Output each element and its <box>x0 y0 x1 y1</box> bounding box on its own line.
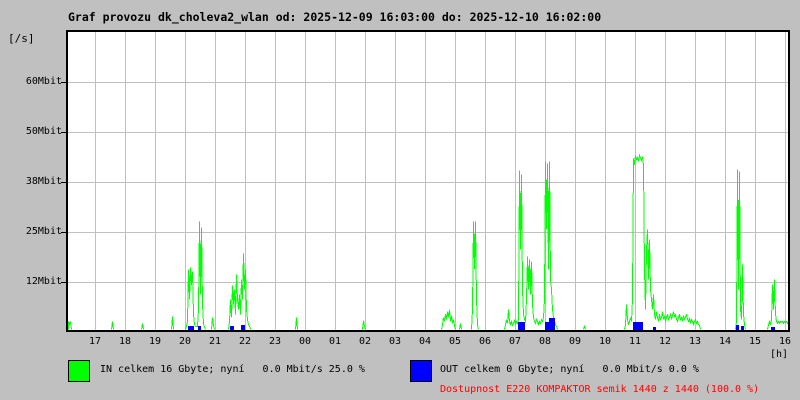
y-axis-tick-mark <box>61 232 66 233</box>
y-axis-tick-label: 25Mbit <box>25 226 62 237</box>
x-axis-tick-label: 06 <box>478 336 492 347</box>
plot-area <box>66 30 790 332</box>
x-axis-tick-label: 01 <box>328 336 342 347</box>
y-axis-tick-label: 12Mbit <box>25 276 62 287</box>
out-traffic-bar <box>653 326 656 330</box>
x-axis-tick-label: 04 <box>418 336 432 347</box>
x-axis-tick-label: 14 <box>718 336 732 347</box>
out-traffic-bar <box>188 326 194 330</box>
x-axis-tick-label: 16 <box>778 336 792 347</box>
out-traffic-bar <box>230 326 234 330</box>
x-axis-tick-label: 02 <box>358 336 372 347</box>
x-axis-tick-label: 17 <box>88 336 102 347</box>
x-axis-tick-label: 10 <box>598 336 612 347</box>
legend-in-swatch <box>68 360 90 382</box>
out-traffic-bar <box>633 322 643 330</box>
x-axis-tick-label: 09 <box>568 336 582 347</box>
x-axis-tick-label: 08 <box>538 336 552 347</box>
x-axis-tick-label: 13 <box>688 336 702 347</box>
y-axis-tick-label: 60Mbit <box>25 76 62 87</box>
x-axis-tick-label: 23 <box>268 336 282 347</box>
traffic-graph-page: Graf provozu dk_choleva2_wlan od: 2025-1… <box>0 0 800 400</box>
x-axis-tick-label: 07 <box>508 336 522 347</box>
out-traffic-bar <box>549 318 555 330</box>
in-traffic-line <box>68 153 788 330</box>
x-axis-tick-label: 00 <box>298 336 312 347</box>
x-axis-tick-label: 11 <box>628 336 642 347</box>
y-axis-tick-mark <box>61 182 66 183</box>
out-traffic-bar <box>518 322 525 330</box>
out-traffic-bar <box>241 325 245 330</box>
out-traffic-bar <box>736 325 739 330</box>
y-axis-tick-label: 50Mbit <box>25 126 62 137</box>
x-axis-tick-label: 12 <box>658 336 672 347</box>
legend-out-swatch <box>410 360 432 382</box>
x-axis-tick-label: 18 <box>118 336 132 347</box>
traffic-chart <box>68 32 788 330</box>
y-axis-tick-mark <box>61 82 66 83</box>
legend-in-label: IN celkem 16 Gbyte; nyní 0.0 Mbit/s 25.0… <box>100 364 365 375</box>
legend-out-label: OUT celkem 0 Gbyte; nyní 0.0 Mbit/s 0.0 … <box>440 364 699 375</box>
y-axis-unit-label: [/s] <box>8 32 35 45</box>
out-traffic-bar <box>771 326 775 330</box>
x-axis-tick-label: 05 <box>448 336 462 347</box>
x-axis-tick-label: 21 <box>208 336 222 347</box>
y-axis-tick-mark <box>61 132 66 133</box>
x-axis-tick-label: 15 <box>748 336 762 347</box>
x-axis-tick-label: 03 <box>388 336 402 347</box>
availability-text: Dostupnost E220 KOMPAKTOR semik 1440 z 1… <box>440 384 760 395</box>
out-traffic-bar <box>198 326 201 330</box>
x-axis-tick-label: 22 <box>238 336 252 347</box>
y-axis-tick-mark <box>61 282 66 283</box>
x-axis-tick-label: 19 <box>148 336 162 347</box>
out-traffic-bar <box>741 326 744 330</box>
x-axis-tick-label: 20 <box>178 336 192 347</box>
page-title: Graf provozu dk_choleva2_wlan od: 2025-1… <box>68 10 602 24</box>
y-axis-tick-label: 38Mbit <box>25 176 62 187</box>
out-traffic-bar <box>545 322 549 330</box>
x-axis-unit-label: [h] <box>770 349 789 360</box>
